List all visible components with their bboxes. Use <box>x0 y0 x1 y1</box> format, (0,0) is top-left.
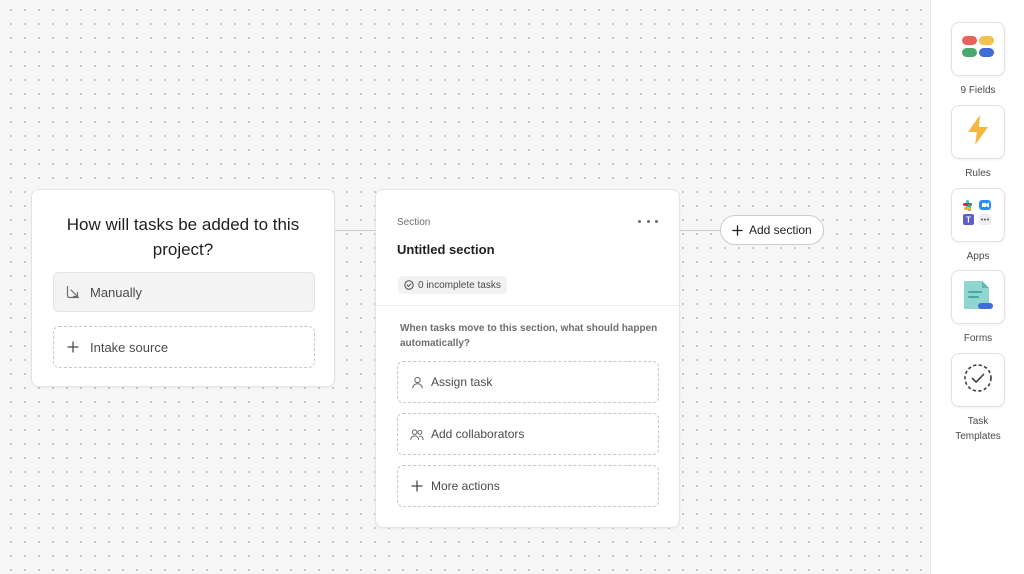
connector-line <box>680 230 720 231</box>
apps-label: Apps <box>966 251 990 262</box>
incomplete-tasks-badge: 0 incomplete tasks <box>398 276 507 294</box>
arrow-down-right-icon <box>65 284 81 300</box>
section-eyebrow: Section <box>397 217 431 228</box>
more-actions-button[interactable]: More actions <box>397 465 659 507</box>
forms-label: Forms <box>963 333 993 344</box>
add-collaborators-button[interactable]: Add collaborators <box>397 413 659 455</box>
checkmark-circle-icon <box>963 363 993 398</box>
section-name[interactable]: Untitled section <box>397 242 495 257</box>
more-actions-label: More actions <box>431 479 500 493</box>
sidebar-item-task-templates[interactable]: Task Templates <box>931 353 1024 444</box>
rules-label: Rules <box>965 168 991 179</box>
more-options-icon[interactable] <box>638 214 658 228</box>
sidebar-item-fields[interactable]: 9 Fields <box>931 22 1024 98</box>
sidebar-item-rules[interactable]: Rules <box>931 105 1024 181</box>
apps-tile[interactable]: T <box>951 188 1005 242</box>
add-section-button[interactable]: Add section <box>720 215 824 245</box>
plus-icon <box>732 224 743 236</box>
incomplete-tasks-label: 0 incomplete tasks <box>418 279 501 291</box>
sidebar-item-apps[interactable]: T Apps <box>931 188 1024 264</box>
rules-tile[interactable] <box>951 105 1005 159</box>
task-templates-tile[interactable] <box>951 353 1005 407</box>
intake-source-label: Intake source <box>90 339 169 355</box>
fields-tile[interactable] <box>951 22 1005 76</box>
svg-text:T: T <box>966 215 971 224</box>
add-collaborators-label: Add collaborators <box>431 427 525 441</box>
intake-card: How will tasks be added to this project?… <box>31 189 335 387</box>
people-icon <box>410 427 424 441</box>
lightning-icon <box>966 114 990 150</box>
connector-line <box>335 230 375 231</box>
assign-task-label: Assign task <box>431 375 493 389</box>
apps-icon: T <box>962 198 994 233</box>
intake-title: How will tasks be added to this project? <box>66 215 300 259</box>
intake-source-button[interactable]: Intake source <box>53 326 315 368</box>
check-circle-icon <box>404 280 414 290</box>
forms-tile[interactable] <box>951 270 1005 324</box>
section-card: Section Untitled section 0 incomplete ta… <box>375 189 680 528</box>
form-icon <box>963 279 993 316</box>
add-section-label: Add section <box>749 223 812 237</box>
plus-icon <box>65 339 81 355</box>
workflow-canvas: How will tasks be added to this project?… <box>0 0 930 574</box>
section-divider <box>376 305 679 306</box>
fields-icon <box>962 35 994 63</box>
fields-label: 9 Fields <box>960 85 996 96</box>
automation-prompt: When tasks move to this section, what sh… <box>400 323 658 349</box>
plus-icon <box>410 479 424 493</box>
manually-label: Manually <box>90 284 143 300</box>
sidebar-item-forms[interactable]: Forms <box>931 270 1024 346</box>
task-templates-label: Task Templates <box>955 416 1001 442</box>
customize-sidebar: 9 Fields Rules T Apps Forms Task Templat… <box>930 0 1024 574</box>
manually-option[interactable]: Manually <box>53 272 315 312</box>
person-icon <box>410 375 424 389</box>
assign-task-button[interactable]: Assign task <box>397 361 659 403</box>
